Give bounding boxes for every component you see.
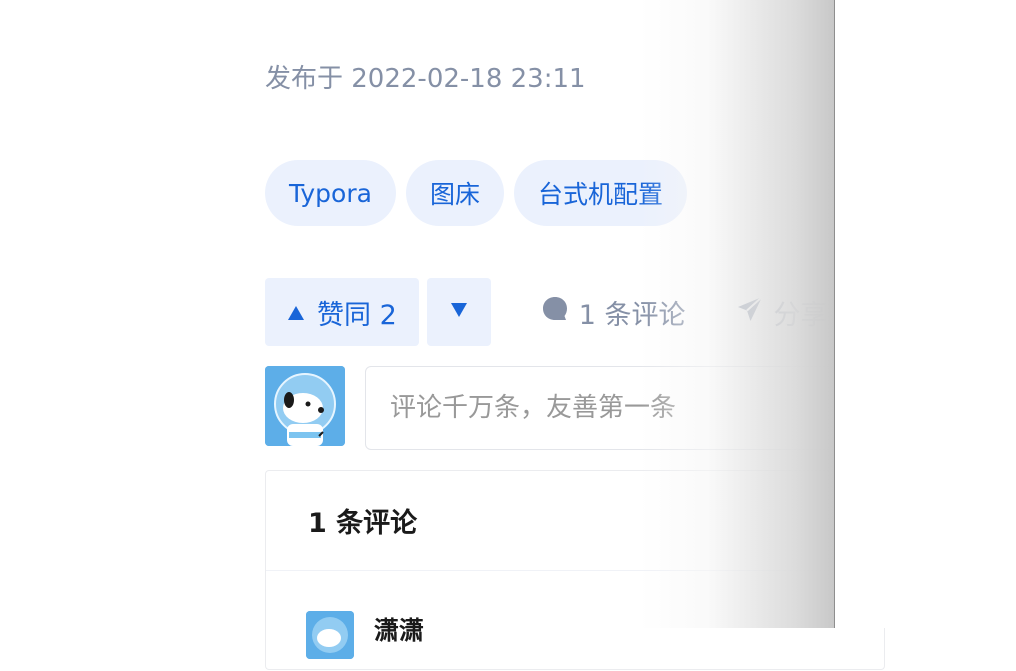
- commenter-name[interactable]: 潇潇: [374, 611, 424, 647]
- comment-bubble-icon: [541, 295, 569, 330]
- tag-desktop-config[interactable]: 台式机配置: [513, 160, 687, 226]
- share-button[interactable]: 分享: [736, 293, 828, 332]
- astronaut-dog-avatar-icon: [265, 366, 345, 446]
- triangle-up-icon: [287, 297, 305, 328]
- side-panel: [834, 0, 1016, 628]
- publish-date: 发布于 2022-02-18 23:11: [265, 64, 586, 94]
- user-avatar[interactable]: [265, 366, 345, 446]
- upvote-button[interactable]: 赞同 2: [265, 278, 419, 346]
- comment-count-label: 1 条评论: [578, 299, 686, 331]
- action-bar: 赞同 2 1 条评论 分享: [265, 278, 828, 346]
- comment-input[interactable]: [365, 366, 885, 450]
- triangle-down-icon: [450, 302, 468, 322]
- downvote-button[interactable]: [426, 278, 491, 346]
- comments-header: 1 条评论: [266, 471, 884, 571]
- upvote-label: 赞同 2: [317, 299, 397, 331]
- share-label: 分享: [773, 299, 828, 331]
- commenter-avatar-icon: [306, 611, 354, 659]
- paper-plane-icon: [736, 295, 764, 330]
- commenter-avatar[interactable]: [306, 611, 354, 659]
- comments-section: 1 条评论 潇潇: [265, 470, 885, 670]
- tag-image-hosting[interactable]: 图床: [405, 160, 504, 226]
- tag-list: Typora 图床 台式机配置: [265, 160, 687, 226]
- comment-item: 潇潇: [266, 571, 884, 671]
- tag-typora[interactable]: Typora: [265, 160, 396, 226]
- comment-count-button[interactable]: 1 条评论: [541, 293, 686, 332]
